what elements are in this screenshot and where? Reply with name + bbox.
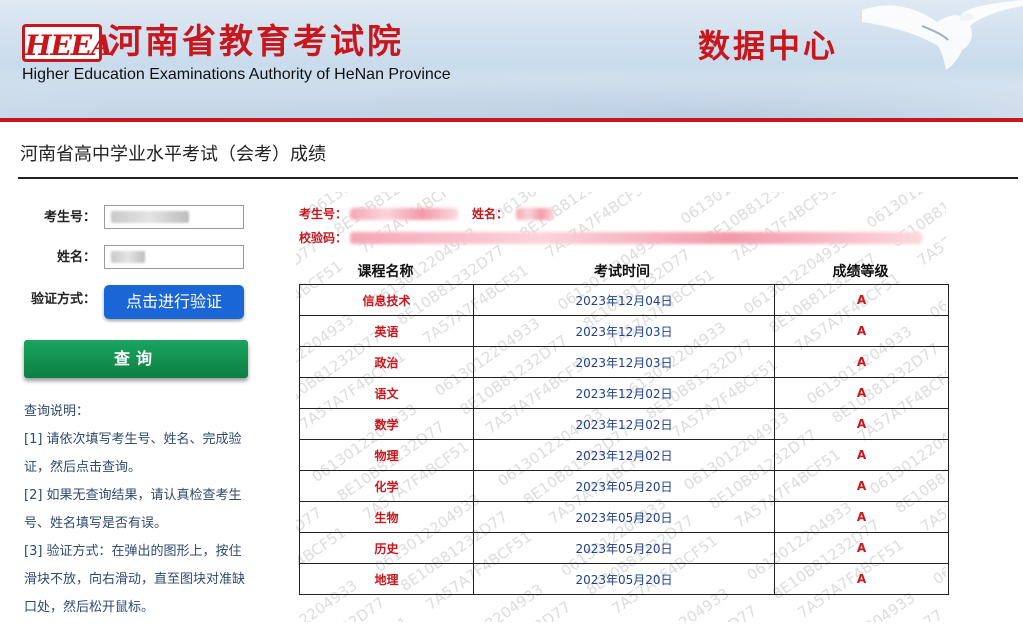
table-row: 物理 2023年12月02日 A <box>299 439 949 471</box>
col-header-course: 课程名称 <box>357 264 414 280</box>
exam-date: 2023年05月20日 <box>473 532 775 564</box>
exam-date: 2023年12月03日 <box>473 346 775 378</box>
heea-logo: HEEA <box>22 24 113 62</box>
org-name-cn: 河南省教育考试院 <box>108 22 404 62</box>
query-instructions: 查询说明： [1] 请依次填写考生号、姓名、完成验证，然后点击查询。 [2] 如… <box>24 398 254 622</box>
table-row: 英语 2023年12月03日 A <box>299 315 949 347</box>
col-header-date: 考试时间 <box>594 264 650 280</box>
name-input[interactable] <box>104 245 244 269</box>
exam-date: 2023年05月20日 <box>473 470 775 502</box>
course-name: 语文 <box>299 377 474 409</box>
exam-date: 2023年12月02日 <box>473 439 775 471</box>
header-divider <box>0 118 1023 122</box>
course-name: 地理 <box>299 563 474 595</box>
exam-date: 2023年05月20日 <box>473 501 775 533</box>
grade: A <box>774 346 949 378</box>
exam-no-input[interactable] <box>104 205 244 229</box>
grade: A <box>774 470 949 502</box>
redacted-name <box>111 251 145 263</box>
instruction-item: [2] 如果无查询结果，请认真检查考生号、姓名填写是否有误。 <box>24 488 242 531</box>
section-title: 数据中心 <box>698 27 839 65</box>
instructions-heading: 查询说明： <box>24 404 90 419</box>
course-name: 英语 <box>299 315 474 347</box>
redacted-exam-no <box>111 211 189 223</box>
table-row: 化学 2023年05月20日 A <box>299 470 949 502</box>
col-header-grade: 成绩等级 <box>832 264 889 280</box>
table-row: 政治 2023年12月03日 A <box>299 346 949 378</box>
verify-label: 验证方式： <box>30 292 96 307</box>
table-row: 地理 2023年05月20日 A <box>299 563 949 595</box>
course-name: 信息技术 <box>299 284 474 316</box>
redacted-checksum <box>350 232 922 244</box>
table-row: 数学 2023年12月02日 A <box>299 408 949 440</box>
org-name-en: Higher Education Examinations Authority … <box>22 66 451 83</box>
exam-date: 2023年12月04日 <box>473 284 775 316</box>
site-header: HEEA 河南省教育考试院 Higher Education Examinati… <box>0 0 1023 118</box>
grade: A <box>774 408 949 440</box>
exam-date: 2023年12月02日 <box>473 377 775 409</box>
table-row: 信息技术 2023年12月04日 A <box>299 284 949 316</box>
exam-no-label: 考生号： <box>43 210 96 225</box>
exam-date: 2023年12月02日 <box>473 408 775 440</box>
redacted-result-exam-no <box>350 208 458 220</box>
instruction-item: [1] 请依次填写考生号、姓名、完成验证，然后点击查询。 <box>24 432 242 475</box>
grade: A <box>774 563 949 595</box>
course-name: 生物 <box>299 501 474 533</box>
eagle-icon <box>862 0 1023 70</box>
table-row: 语文 2023年12月02日 A <box>299 377 949 409</box>
query-button[interactable]: 查询 <box>24 340 248 378</box>
scores-table: 信息技术 2023年12月04日 A 英语 2023年12月03日 A 政治 2… <box>299 284 949 595</box>
exam-date: 2023年05月20日 <box>473 563 775 595</box>
name-label: 姓名： <box>56 250 96 265</box>
grade: A <box>774 501 949 533</box>
title-divider <box>18 177 1018 179</box>
course-name: 历史 <box>299 532 474 564</box>
table-row: 历史 2023年05月20日 A <box>299 532 949 564</box>
grade: A <box>774 439 949 471</box>
grade: A <box>774 377 949 409</box>
grade: A <box>774 532 949 564</box>
checksum-label: 校验码： <box>299 231 348 245</box>
course-name: 数学 <box>299 408 474 440</box>
verify-button[interactable]: 点击进行验证 <box>104 285 244 319</box>
result-exam-no-label: 考生号： <box>299 207 348 221</box>
grade: A <box>774 315 949 347</box>
page-title: 河南省高中学业水平考试（会考）成绩 <box>20 144 326 165</box>
grade: A <box>774 284 949 316</box>
instruction-item: [3] 验证方式：在弹出的图形上，按住滑块不放，向右滑动，直至图块对准缺口处，然… <box>24 544 246 615</box>
course-name: 政治 <box>299 346 474 378</box>
redacted-result-name <box>516 208 554 220</box>
result-name-label: 姓名： <box>472 207 509 221</box>
exam-date: 2023年12月03日 <box>473 315 775 347</box>
table-row: 生物 2023年05月20日 A <box>299 501 949 533</box>
course-name: 化学 <box>299 470 474 502</box>
course-name: 物理 <box>299 439 474 471</box>
